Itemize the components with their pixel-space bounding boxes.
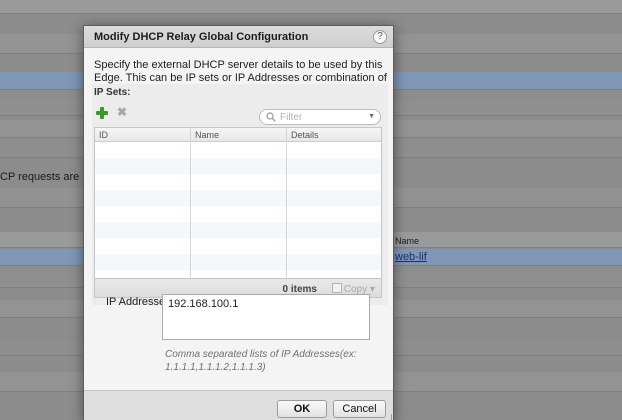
search-icon bbox=[266, 112, 276, 122]
copy-icon bbox=[331, 283, 342, 293]
column-header-details[interactable]: Details bbox=[291, 130, 319, 140]
copy-caret-icon: ▾ bbox=[369, 284, 375, 295]
ip-sets-table: ID Name Details bbox=[94, 127, 382, 280]
resize-grip-icon[interactable] bbox=[385, 414, 392, 420]
ip-addresses-field[interactable] bbox=[162, 294, 370, 340]
add-icon[interactable] bbox=[96, 107, 108, 119]
dialog-title: Modify DHCP Relay Global Configuration bbox=[94, 31, 309, 43]
column-header-id[interactable]: ID bbox=[99, 130, 108, 140]
ok-button[interactable]: OK bbox=[277, 400, 327, 418]
column-name: Name bbox=[191, 128, 287, 280]
filter-box: ▼ bbox=[259, 109, 381, 125]
name-column-header: Name bbox=[395, 236, 420, 246]
ip-sets-panel: IP Sets: ✖ ▼ bbox=[92, 84, 388, 305]
dialog-header: Modify DHCP Relay Global Configuration ? bbox=[84, 26, 393, 48]
filter-dropdown-icon[interactable]: ▼ bbox=[368, 113, 375, 120]
ip-sets-label: IP Sets: bbox=[94, 87, 131, 98]
ip-addresses-hint: Comma separated lists of IP Addresses(ex… bbox=[165, 349, 357, 373]
dhcp-relay-dialog: Modify DHCP Relay Global Configuration ?… bbox=[83, 25, 394, 420]
delete-icon[interactable]: ✖ bbox=[117, 106, 129, 118]
column-id: ID bbox=[95, 128, 191, 280]
filter-input[interactable] bbox=[280, 111, 368, 123]
interface-link[interactable]: web-lif bbox=[395, 251, 427, 263]
background-row bbox=[0, 0, 622, 14]
cancel-button[interactable]: Cancel bbox=[333, 400, 386, 418]
dialog-footer: OK Cancel bbox=[84, 390, 393, 420]
column-details: Details bbox=[287, 128, 381, 280]
column-header-name[interactable]: Name bbox=[195, 130, 219, 140]
help-icon[interactable]: ? bbox=[373, 30, 387, 44]
